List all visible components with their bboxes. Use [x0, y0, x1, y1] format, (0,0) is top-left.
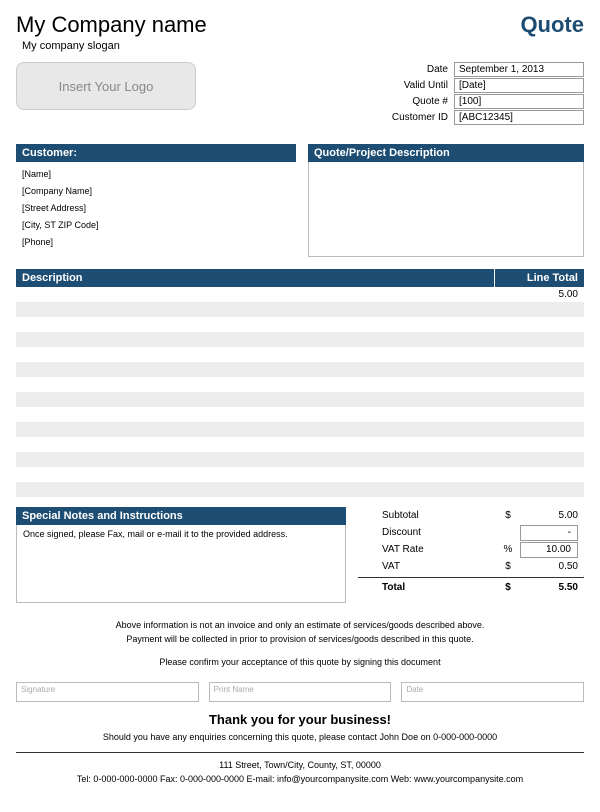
contact-line: Tel: 0-000-000-0000 Fax: 0-000-000-0000 … — [16, 773, 584, 787]
line-item-row[interactable] — [16, 392, 584, 407]
vatrate-field[interactable]: 10.00 — [520, 542, 578, 558]
logo-placeholder[interactable]: Insert Your Logo — [16, 62, 196, 110]
print-name-field[interactable]: Print Name — [209, 682, 392, 702]
fineprint-line: Above information is not an invoice and … — [16, 619, 584, 633]
line-item-row[interactable] — [16, 407, 584, 422]
thank-you: Thank you for your business! — [16, 712, 584, 727]
vatrate-label: VAT Rate — [358, 544, 496, 555]
enquiry-line: Should you have any enquiries concerning… — [16, 731, 584, 745]
discount-label: Discount — [358, 527, 496, 538]
subtotal-sym: $ — [496, 510, 520, 521]
notes-body[interactable]: Once signed, please Fax, mail or e-mail … — [16, 525, 346, 603]
customer-line: [Phone] — [22, 234, 290, 251]
customer-body: [Name] [Company Name] [Street Address] [… — [16, 162, 296, 255]
line-item-row[interactable] — [16, 452, 584, 467]
total-sym: $ — [496, 582, 520, 593]
line-item-row[interactable] — [16, 377, 584, 392]
quote-title: Quote — [520, 12, 584, 38]
customer-line: [Name] — [22, 166, 290, 183]
notes-header: Special Notes and Instructions — [16, 507, 346, 525]
fineprint-line: Payment will be collected in prior to pr… — [16, 633, 584, 647]
company-slogan: My company slogan — [22, 40, 207, 52]
customer-line: [Company Name] — [22, 183, 290, 200]
date-label: Date — [374, 64, 454, 75]
line-item-row[interactable] — [16, 362, 584, 377]
project-desc-header: Quote/Project Description — [308, 144, 584, 162]
line-item-row[interactable] — [16, 422, 584, 437]
customer-line: [City, ST ZIP Code] — [22, 217, 290, 234]
divider — [16, 752, 584, 753]
line-item-row[interactable] — [16, 482, 584, 497]
line-item-row[interactable]: 5.00 — [16, 287, 584, 302]
customer-header: Customer: — [16, 144, 296, 162]
line-item-row[interactable] — [16, 467, 584, 482]
company-name: My Company name — [16, 12, 207, 38]
customer-line: [Street Address] — [22, 200, 290, 217]
items-total-header: Line Total — [494, 269, 584, 287]
project-desc-body[interactable] — [308, 162, 584, 257]
total-val: 5.50 — [520, 582, 584, 593]
customer-id-label: Customer ID — [374, 112, 454, 123]
sign-date-field[interactable]: Date — [401, 682, 584, 702]
vat-val: 0.50 — [520, 561, 584, 572]
items-desc-header: Description — [16, 269, 494, 287]
fineprint-line: Please confirm your acceptance of this q… — [16, 656, 584, 670]
subtotal-label: Subtotal — [358, 510, 496, 521]
subtotal-val: 5.00 — [520, 510, 584, 521]
quote-number-label: Quote # — [374, 96, 454, 107]
line-item-total: 5.00 — [494, 289, 584, 300]
valid-until-field[interactable] — [454, 78, 584, 93]
line-item-row[interactable] — [16, 302, 584, 317]
line-item-row[interactable] — [16, 317, 584, 332]
valid-until-label: Valid Until — [374, 80, 454, 91]
line-item-row[interactable] — [16, 347, 584, 362]
discount-field[interactable]: - — [520, 525, 578, 541]
total-label: Total — [358, 582, 496, 593]
line-item-row[interactable] — [16, 437, 584, 452]
customer-id-field[interactable] — [454, 110, 584, 125]
vat-sym: $ — [496, 561, 520, 572]
line-item-row[interactable] — [16, 332, 584, 347]
address-line: 111 Street, Town/City, County, ST, 00000 — [16, 759, 584, 773]
vatrate-sym: % — [496, 544, 520, 555]
signature-field[interactable]: Signature — [16, 682, 199, 702]
date-field[interactable] — [454, 62, 584, 77]
vat-label: VAT — [358, 561, 496, 572]
quote-number-field[interactable] — [454, 94, 584, 109]
items-body: 5.00 — [16, 287, 584, 497]
